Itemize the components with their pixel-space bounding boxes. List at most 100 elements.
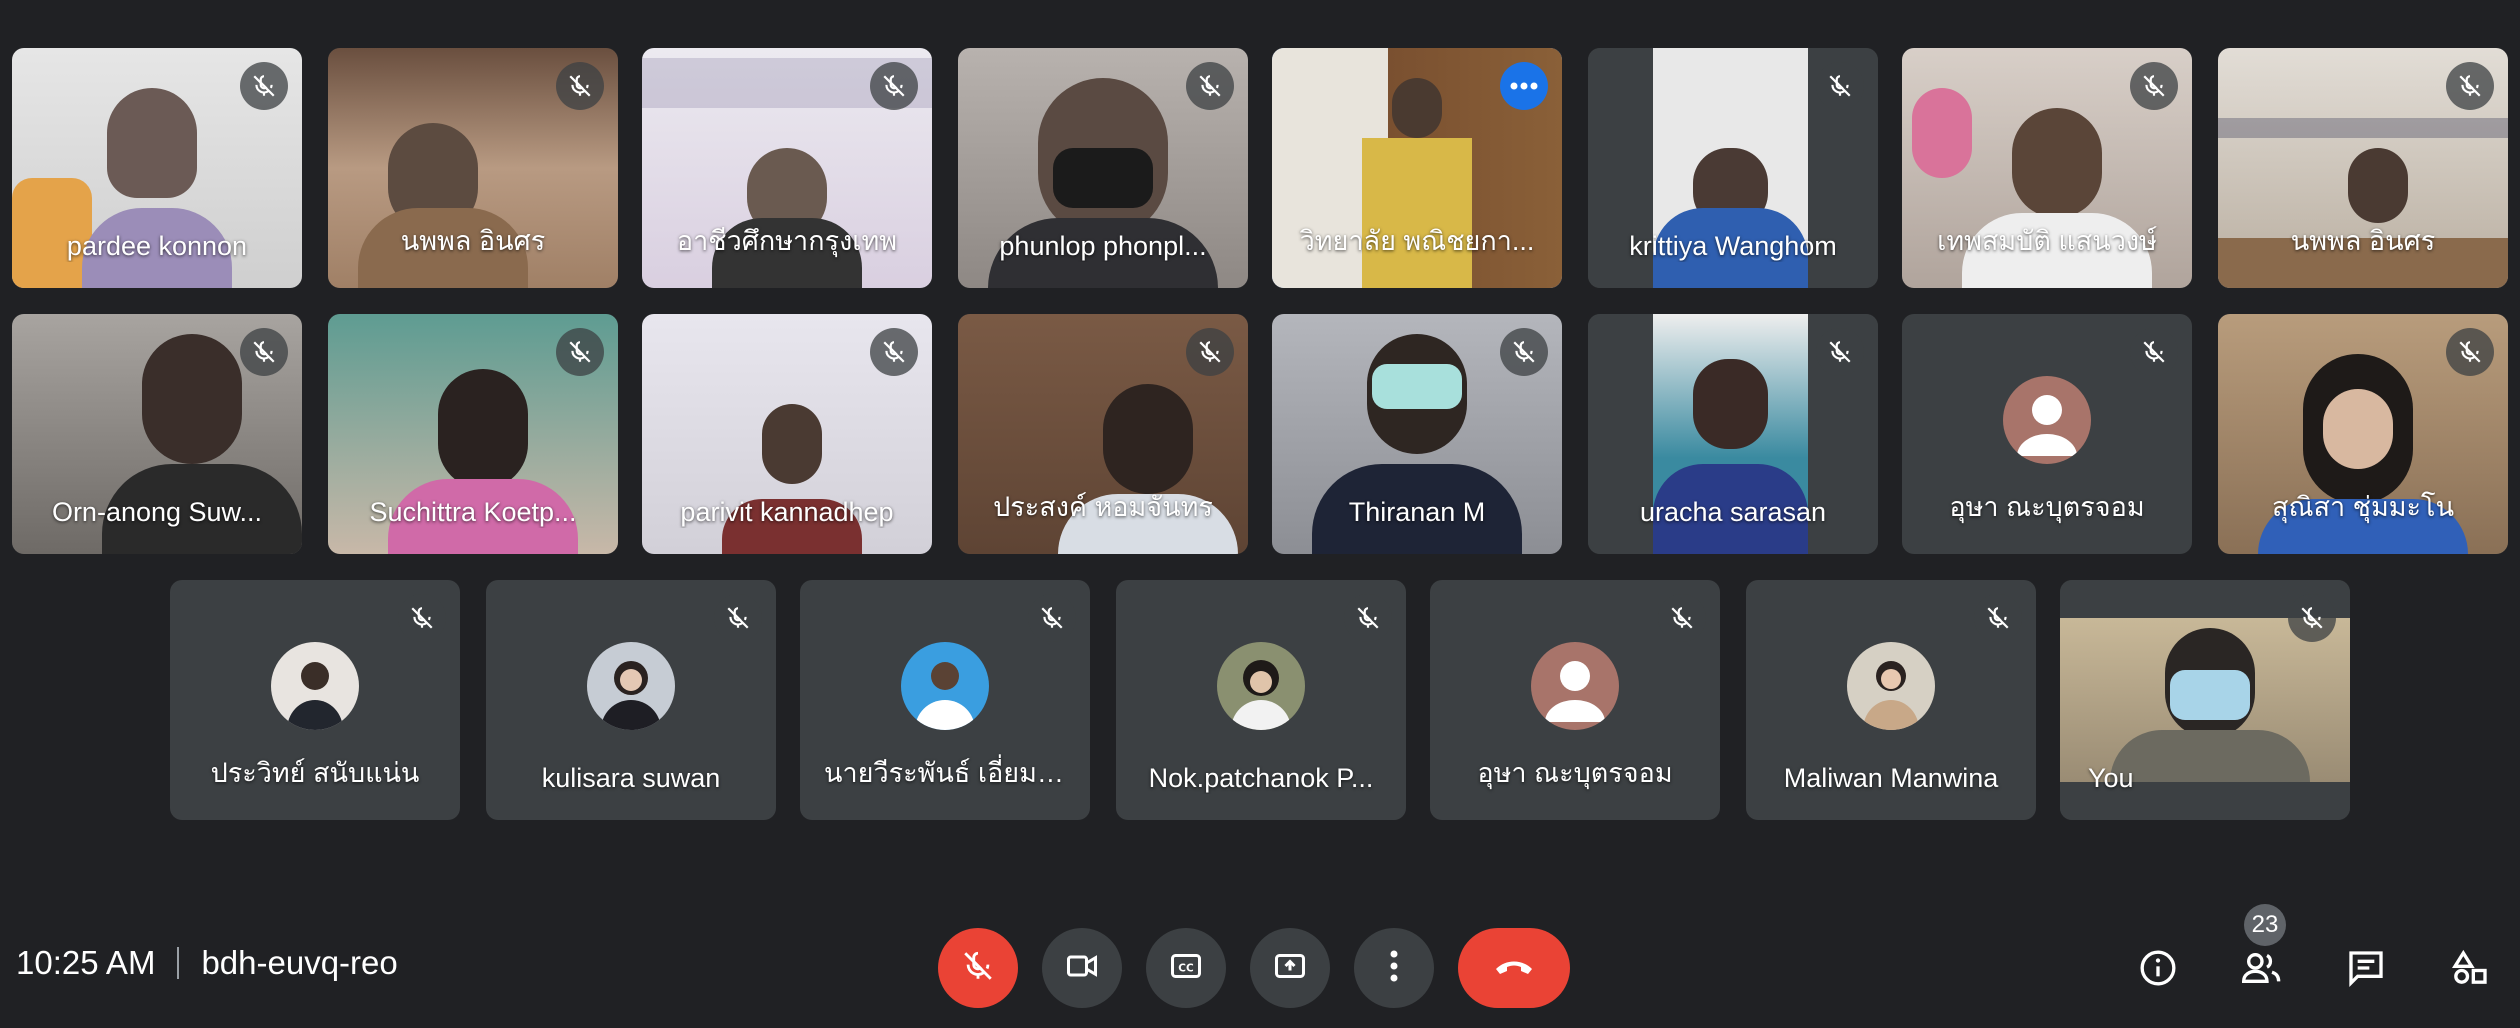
profile-photo-avatar [901,642,989,730]
participant-tile[interactable]: Orn-anong Suw... [12,314,302,554]
participant-name-self: You [2088,763,2134,793]
participant-name: ประสงค์ หอมจันทร [993,492,1213,522]
participant-tile[interactable]: Maliwan Manwina [1746,580,2036,820]
profile-photo-avatar [271,642,359,730]
participant-name: phunlop phonpl... [999,231,1207,261]
mic-off-icon [398,594,446,642]
participant-tile[interactable]: นพพล อินศร [2218,48,2508,288]
mic-off-icon [1186,328,1234,376]
participant-tile[interactable]: pardee konnon [12,48,302,288]
participant-name: Maliwan Manwina [1783,763,1999,793]
info-icon [2138,948,2178,993]
mic-off-icon [870,62,918,110]
participant-name: นายวีระพันธ์ เอี่ยมส... [824,758,1076,788]
call-controls: CC [938,928,1570,1008]
participant-tile[interactable]: สุณิสา ชุ่มมะโน [2218,314,2508,554]
more-vert-icon [1390,950,1398,987]
participant-tile[interactable]: เทพสมบัติ แสนวงษ์ [1902,48,2192,288]
svg-text:CC: CC [1178,962,1194,974]
mic-off-icon [714,594,762,642]
bottom-control-bar: 10:25 AM bdh-euvq-reo CC 23 [0,900,2520,1028]
participant-tile-active-speaker[interactable]: วิทยาลัย พณิชยกา... [1272,48,1562,288]
participant-name: Orn-anong Suw... [51,497,263,527]
mic-off-icon [870,328,918,376]
profile-photo-avatar [1847,642,1935,730]
participant-name: parivit kannadhep [680,497,894,527]
call-end-icon [1492,955,1536,982]
meeting-code[interactable]: bdh-euvq-reo [201,944,397,982]
participant-name: Nok.patchanok P... [1148,763,1374,793]
present-screen-button[interactable] [1250,928,1330,1008]
participant-tile[interactable]: นพพล อินศร [328,48,618,288]
people-icon [2240,948,2284,993]
participant-tile[interactable]: parivit kannadhep [642,314,932,554]
divider [177,947,180,979]
participant-name: Thiranan M [1348,497,1486,527]
participant-name: krittiya Wanghom [1629,231,1837,261]
mic-off-icon [556,328,604,376]
leave-call-button[interactable] [1458,928,1570,1008]
mic-off-icon [1816,328,1864,376]
meeting-time: 10:25 AM [16,944,156,981]
default-avatar [1531,642,1619,730]
captions-icon: CC [1168,948,1204,989]
participant-name: นพพล อินศร [2290,226,2436,256]
participant-name: อุษา ณะบุตรจอม [1949,492,2145,522]
mic-off-icon [1028,594,1076,642]
participant-count-badge: 23 [2244,904,2286,946]
participant-name: uracha sarasan [1639,497,1827,527]
participant-name: Suchittra Koetp... [369,497,577,527]
participant-tile[interactable]: ประวิทย์ สนับแน่น [170,580,460,820]
mic-off-icon [2446,62,2494,110]
default-avatar [2003,376,2091,464]
mic-off-icon [961,949,995,988]
people-button[interactable]: 23 [2230,904,2294,1002]
mic-off-icon [1500,328,1548,376]
chat-button[interactable] [2334,938,2398,1002]
participant-name: kulisara suwan [541,763,721,793]
chat-icon [2346,948,2386,993]
participant-tile[interactable]: อุษา ณะบุตรจอม [1902,314,2192,554]
mic-off-icon [1974,594,2022,642]
mic-off-icon [1186,62,1234,110]
camera-toggle-button[interactable] [1042,928,1122,1008]
mic-off-icon [2130,328,2178,376]
mic-off-icon [1816,62,1864,110]
profile-photo-avatar [1217,642,1305,730]
participant-tile[interactable]: อาชีวศึกษากรุงเทพ [642,48,932,288]
participant-tile[interactable]: อุษา ณะบุตรจอม [1430,580,1720,820]
camera-icon [1064,948,1100,989]
participant-tile[interactable]: Suchittra Koetp... [328,314,618,554]
participant-tile[interactable]: Nok.patchanok P... [1116,580,1406,820]
mic-off-icon [240,62,288,110]
mic-toggle-button[interactable] [938,928,1018,1008]
side-panel-controls: 23 [2126,904,2502,1002]
mic-off-icon [240,328,288,376]
participant-name: อาชีวศึกษากรุงเทพ [676,226,898,256]
present-icon [1272,948,1308,989]
participant-tile[interactable]: นายวีระพันธ์ เอี่ยมส... [800,580,1090,820]
mic-off-icon [2446,328,2494,376]
participant-grid: pardee konnon นพพล อินศร อาชีวศึกษากรุงเ… [0,0,2520,900]
participant-tile[interactable]: ประสงค์ หอมจันทร [958,314,1248,554]
participant-tile[interactable]: phunlop phonpl... [958,48,1248,288]
profile-photo-avatar [587,642,675,730]
mic-off-icon [2130,62,2178,110]
mic-off-icon [1658,594,1706,642]
mic-off-icon [2288,594,2336,642]
self-view-tile[interactable]: You [2060,580,2350,820]
captions-button[interactable]: CC [1146,928,1226,1008]
participant-name: นพพล อินศร [400,226,546,256]
mic-off-icon [556,62,604,110]
participant-name: อุษา ณะบุตรจอม [1477,758,1673,788]
activities-icon [2450,948,2490,993]
participant-tile[interactable]: Thiranan M [1272,314,1562,554]
more-options-icon[interactable] [1500,62,1548,110]
participant-tile[interactable]: kulisara suwan [486,580,776,820]
mic-off-icon [1344,594,1392,642]
participant-tile[interactable]: krittiya Wanghom [1588,48,1878,288]
participant-tile[interactable]: uracha sarasan [1588,314,1878,554]
activities-button[interactable] [2438,938,2502,1002]
more-options-button[interactable] [1354,928,1434,1008]
meeting-details-button[interactable] [2126,938,2190,1002]
